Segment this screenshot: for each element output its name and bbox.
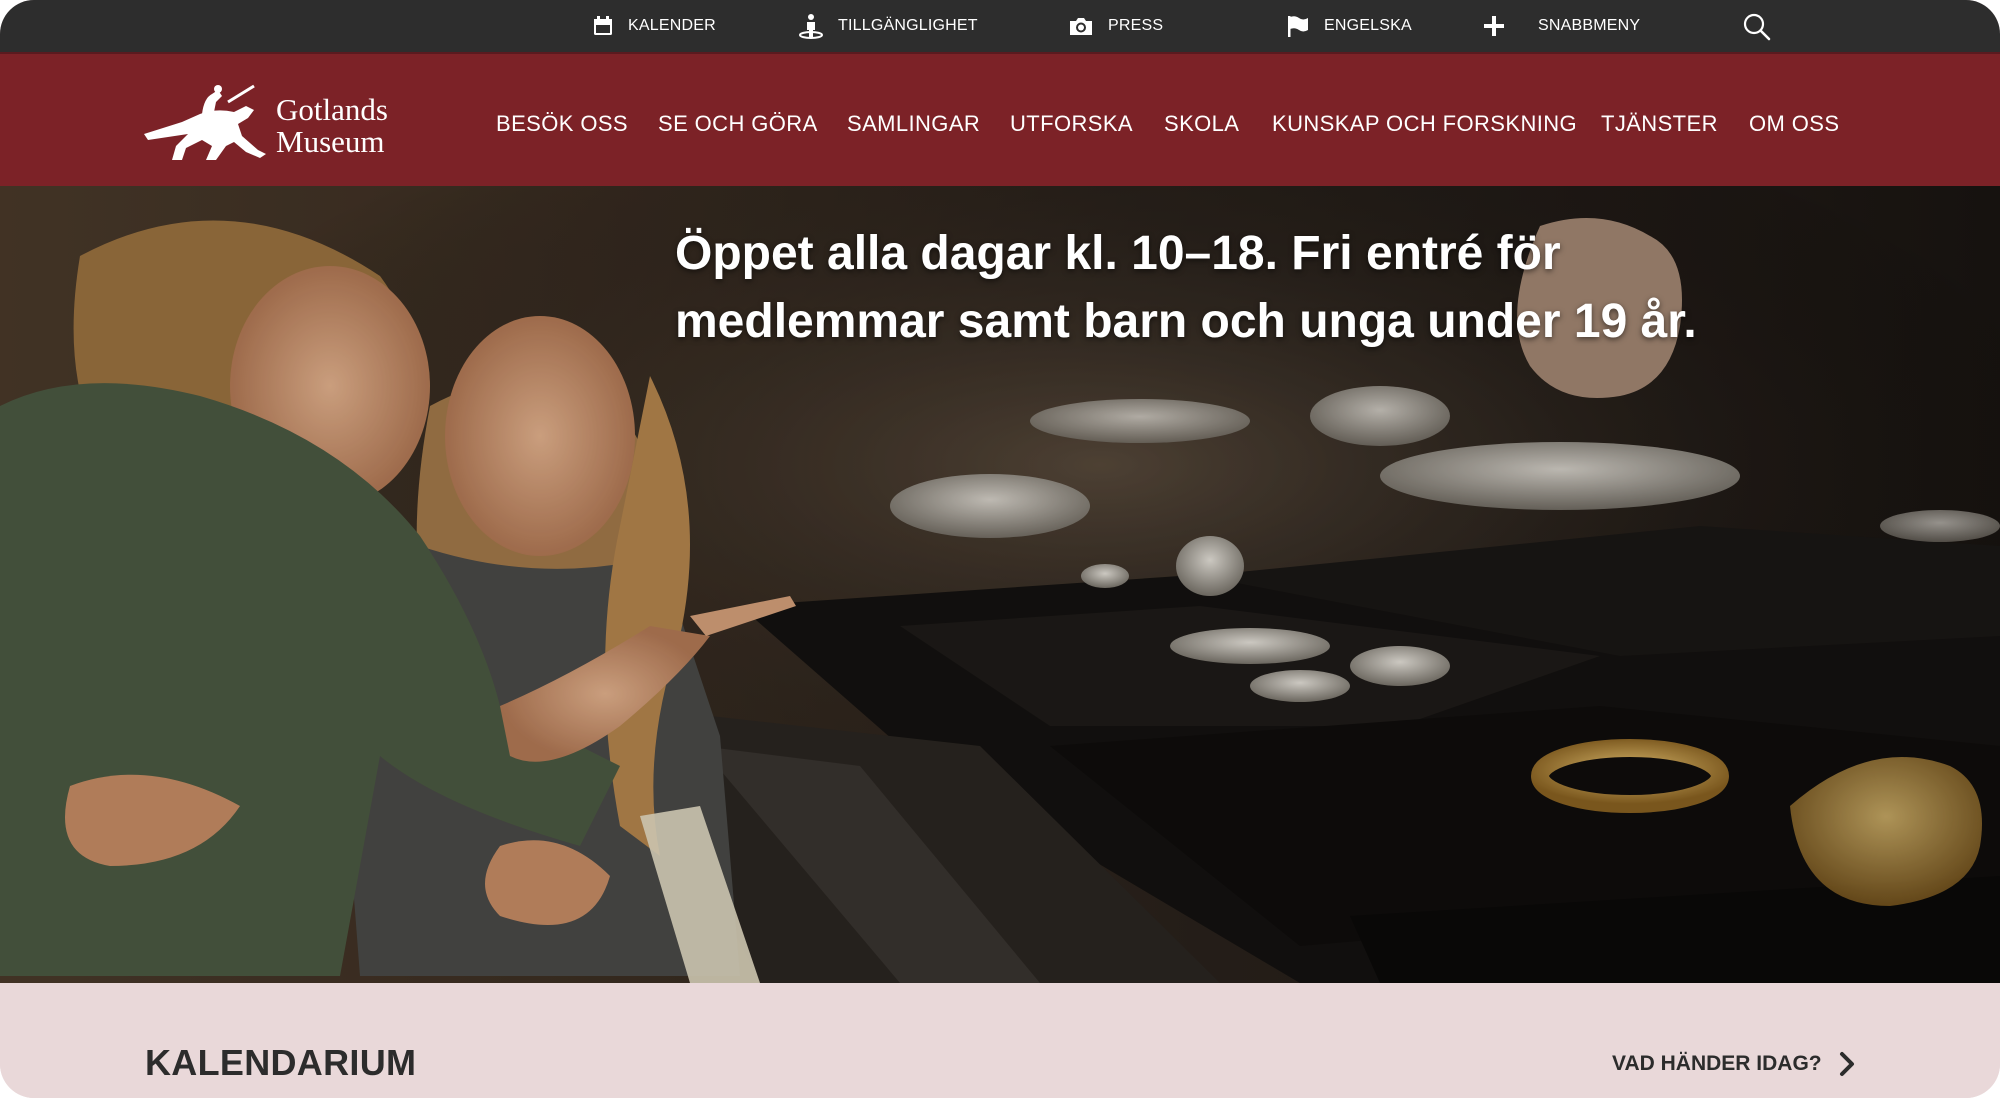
utility-tillganglighet[interactable]: TILLGÄNGLIGHET <box>798 0 978 52</box>
utility-label: ENGELSKA <box>1324 17 1412 34</box>
page-frame: KALENDER TILLGÄNGLIGHET PRESS ENGELSKA S… <box>0 0 2000 1098</box>
nav-kunskap-och-forskning[interactable]: KUNSKAP OCH FORSKNING <box>1272 108 1577 140</box>
accessibility-icon <box>799 14 823 39</box>
camera-icon <box>1070 18 1092 35</box>
calendar-icon <box>594 16 612 35</box>
hero-line-2: medlemmar samt barn och unga under 19 år… <box>675 295 1697 348</box>
calendar-title: KALENDARIUM <box>145 1042 417 1083</box>
main-nav: Gotlands Museum BESÖK OSS SE OCH GÖRA SA… <box>0 54 2000 186</box>
site-logo[interactable]: Gotlands Museum <box>142 84 412 164</box>
flag-icon <box>1288 16 1308 37</box>
utility-label: PRESS <box>1108 17 1164 34</box>
calendar-section: KALENDARIUM VAD HÄNDER IDAG? <box>0 983 2000 1098</box>
utility-label: SNABBMENY <box>1538 17 1641 34</box>
utility-label: TILLGÄNGLIGHET <box>838 17 978 34</box>
plus-icon <box>1484 16 1504 36</box>
utility-engelska[interactable]: ENGELSKA <box>1286 0 1412 52</box>
nav-samlingar[interactable]: SAMLINGAR <box>847 108 980 140</box>
logo-line-1: Gotlands <box>276 92 388 127</box>
whats-on-today-link[interactable]: VAD HÄNDER IDAG? <box>1612 1051 1856 1077</box>
search-icon[interactable] <box>1742 12 1772 42</box>
utility-snabbmeny[interactable]: SNABBMENY <box>1482 0 1640 52</box>
hero-headline: Öppet alla dagar kl. 10–18. Fri entré fö… <box>675 220 1825 356</box>
nav-om-oss[interactable]: OM OSS <box>1749 108 1839 140</box>
logo-line-2: Museum <box>276 124 385 159</box>
utility-bar: KALENDER TILLGÄNGLIGHET PRESS ENGELSKA S… <box>0 0 2000 54</box>
hero-line-1: Öppet alla dagar kl. 10–18. Fri entré fö… <box>675 227 1561 280</box>
horse-rider-logo <box>144 84 266 160</box>
nav-utforska[interactable]: UTFORSKA <box>1010 108 1133 140</box>
whats-on-today-label: VAD HÄNDER IDAG? <box>1612 1052 1822 1075</box>
nav-se-och-gora[interactable]: SE OCH GÖRA <box>658 108 818 140</box>
utility-label: KALENDER <box>628 17 716 34</box>
chevron-right-icon <box>1839 1052 1854 1076</box>
nav-skola[interactable]: SKOLA <box>1164 108 1239 140</box>
nav-besok-oss[interactable]: BESÖK OSS <box>496 108 628 140</box>
logo-wordmark: Gotlands Museum <box>276 94 388 158</box>
nav-tjanster[interactable]: TJÄNSTER <box>1601 108 1718 140</box>
hero-banner: Öppet alla dagar kl. 10–18. Fri entré fö… <box>0 186 2000 983</box>
utility-kalender[interactable]: KALENDER <box>592 0 716 52</box>
utility-press[interactable]: PRESS <box>1068 0 1163 52</box>
